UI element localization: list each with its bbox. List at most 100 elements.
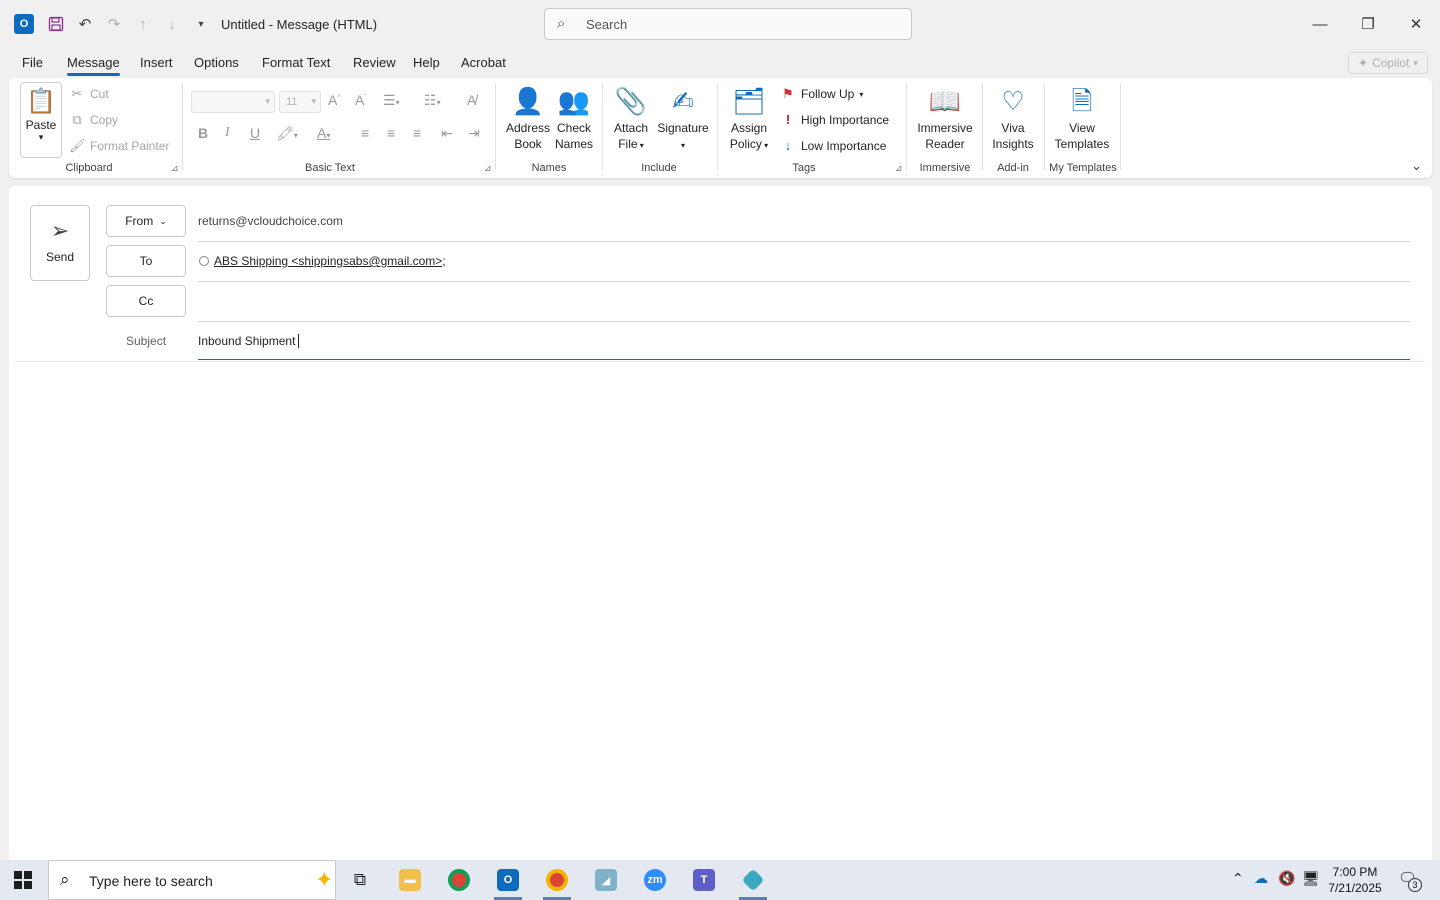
follow-up-label: Follow Up xyxy=(801,87,855,101)
shrink-font-icon[interactable]: Aˇ xyxy=(355,92,367,108)
tab-options[interactable]: Options xyxy=(194,55,239,70)
to-label: To xyxy=(139,254,153,268)
tab-insert[interactable]: Insert xyxy=(140,55,173,70)
collapse-ribbon-icon[interactable]: ⌄ xyxy=(1411,158,1422,174)
taskbar-search[interactable]: ⌕ Type here to search ✦ xyxy=(48,860,336,900)
underline-icon[interactable]: U xyxy=(250,125,260,141)
follow-up-button[interactable]: ⚑ Follow Up ▾ xyxy=(780,86,863,102)
minimize-button[interactable]: — xyxy=(1297,8,1343,40)
assign-policy-button[interactable]: 🗂 Assign Policy ▾ xyxy=(723,84,775,154)
customize-qat-icon[interactable]: ▾ xyxy=(189,12,213,36)
paste-button[interactable]: 📋 Paste ▾ xyxy=(20,82,62,158)
cc-button[interactable]: Cc xyxy=(106,285,186,317)
cut-button[interactable]: ✂ Cut xyxy=(69,86,109,102)
title-bar: O ↶ ↷ ↑ ↓ ▾ Untitled - Message (HTML) ⌕ … xyxy=(0,0,1440,48)
address-book-label-1: Address xyxy=(505,121,551,135)
highlight-icon[interactable]: 🖍▾ xyxy=(276,125,298,142)
chrome-profile-icon[interactable] xyxy=(537,864,577,900)
format-painter-button[interactable]: 🖌 Format Painter xyxy=(69,138,169,154)
tab-message[interactable]: Message xyxy=(67,55,120,76)
signature-button[interactable]: ✍ Signature ▾ xyxy=(655,84,711,154)
grow-font-icon[interactable]: A^ xyxy=(328,92,341,108)
dialog-launcher-icon[interactable]: ⊿ xyxy=(895,163,903,174)
align-left-icon[interactable]: ≡ xyxy=(361,125,369,141)
bullets-icon[interactable]: ☰▾ xyxy=(383,92,400,109)
tab-acrobat[interactable]: Acrobat xyxy=(461,55,506,70)
outlook-taskbar-icon[interactable]: O xyxy=(488,864,528,900)
high-importance-button[interactable]: ! High Importance xyxy=(780,112,889,127)
attach-file-button[interactable]: 📎 Attach File ▾ xyxy=(611,84,651,154)
send-button[interactable]: ➢ Send xyxy=(30,205,90,281)
save-icon[interactable] xyxy=(44,12,68,36)
view-templates-label-2: Templates xyxy=(1054,137,1110,151)
paperclip-icon: 📎 xyxy=(614,86,648,116)
cc-input[interactable] xyxy=(198,321,1410,322)
dialog-launcher-icon[interactable]: ⊿ xyxy=(484,163,492,174)
bold-icon[interactable]: B xyxy=(198,125,208,141)
to-button[interactable]: To xyxy=(106,245,186,277)
group-label-names: Names xyxy=(531,162,567,174)
font-name-combo[interactable]: ▾ xyxy=(191,91,275,113)
attach-file-label-2: File xyxy=(618,137,638,151)
view-templates-button[interactable]: 🗎 View Templates xyxy=(1049,84,1115,152)
undo-icon[interactable]: ↶ xyxy=(73,12,97,36)
clear-formatting-icon[interactable]: A̸ xyxy=(467,92,476,108)
redo-icon[interactable]: ↷ xyxy=(102,12,126,36)
sparkle-icon: ✦ xyxy=(315,867,334,892)
task-view-icon[interactable]: ⧉ xyxy=(340,864,380,896)
check-names-button[interactable]: 👥 Check Names xyxy=(551,84,597,152)
tab-format-text[interactable]: Format Text xyxy=(262,55,330,70)
chevron-up-icon[interactable]: ⌃ xyxy=(1232,870,1244,887)
view-templates-label-1: View xyxy=(1069,121,1095,135)
notification-icon[interactable]: 🗨 3 xyxy=(1398,869,1422,892)
clock[interactable]: 7:00 PM 7/21/2025 xyxy=(1322,864,1388,896)
network-icon[interactable]: 🖥 xyxy=(1302,870,1320,887)
chevron-down-icon: ▾ xyxy=(38,132,44,142)
align-right-icon[interactable]: ≡ xyxy=(413,125,421,141)
restore-button[interactable]: ❐ xyxy=(1345,8,1391,40)
tab-help[interactable]: Help xyxy=(413,55,440,70)
increase-indent-icon[interactable]: ⇥ xyxy=(468,125,480,142)
search-placeholder: Search xyxy=(586,17,628,32)
high-importance-label: High Importance xyxy=(801,112,890,127)
assign-policy-label-1: Assign xyxy=(730,121,768,135)
copilot-button[interactable]: ✦ Copilot ▾ xyxy=(1348,52,1428,74)
speaker-muted-icon[interactable]: 🔇 xyxy=(1278,870,1295,887)
clock-time: 7:00 PM xyxy=(1332,865,1378,879)
chrome-icon[interactable] xyxy=(439,864,479,896)
tab-review[interactable]: Review xyxy=(353,55,396,70)
from-button[interactable]: From ⌄ xyxy=(106,205,186,237)
align-center-icon[interactable]: ≡ xyxy=(387,125,395,141)
message-body[interactable] xyxy=(15,366,1426,856)
group-separator xyxy=(182,84,183,170)
immersive-reader-button[interactable]: 📖 Immersive Reader xyxy=(913,84,977,152)
address-book-button[interactable]: 👤 Address Book xyxy=(503,84,553,152)
group-label-basic-text: Basic Text xyxy=(305,162,355,174)
close-button[interactable]: ✕ xyxy=(1393,8,1439,40)
low-importance-button[interactable]: ↓ Low Importance xyxy=(780,138,887,153)
dialog-launcher-icon[interactable]: ⊿ xyxy=(171,163,179,174)
font-color-icon[interactable]: A▾ xyxy=(317,125,330,141)
decrease-indent-icon[interactable]: ⇤ xyxy=(441,125,453,142)
app-icon[interactable]: ◢ xyxy=(586,864,626,896)
previous-item-icon[interactable]: ↑ xyxy=(131,12,155,36)
file-explorer-icon[interactable]: ▬ xyxy=(390,864,430,896)
subject-input[interactable]: Inbound Shipment xyxy=(198,334,300,348)
numbering-icon[interactable]: ☷▾ xyxy=(424,92,441,109)
onedrive-icon[interactable]: ☁ xyxy=(1254,870,1268,887)
subject-underline xyxy=(198,359,1410,360)
font-size-combo[interactable]: 11 ▾ xyxy=(279,91,321,113)
chevron-down-icon: ▾ xyxy=(680,141,685,150)
teams-icon[interactable]: T xyxy=(684,864,724,896)
zoom-icon[interactable]: zm xyxy=(635,864,675,896)
tab-file[interactable]: File xyxy=(22,55,43,70)
copy-button[interactable]: ⧉ Copy xyxy=(69,112,118,128)
to-recipient[interactable]: ABS Shipping <shippingsabs@gmail.com>; xyxy=(199,254,446,268)
group-label-my-templates: My Templates xyxy=(1049,162,1117,174)
app-icon[interactable] xyxy=(733,864,773,900)
viva-insights-button[interactable]: ♡ Viva Insights xyxy=(987,84,1039,152)
italic-icon[interactable]: I xyxy=(225,125,230,141)
next-item-icon[interactable]: ↓ xyxy=(160,12,184,36)
search-box[interactable]: ⌕ Search xyxy=(544,8,912,40)
windows-start-icon[interactable] xyxy=(14,871,32,889)
